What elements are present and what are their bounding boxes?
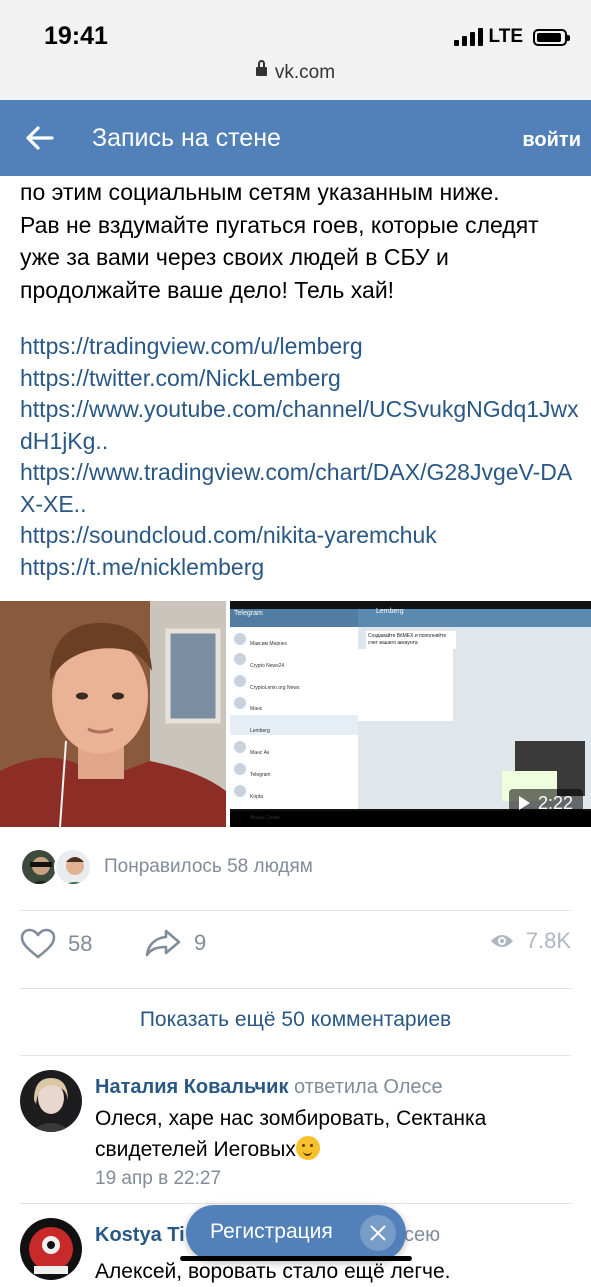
likes-summary[interactable]: Понравилось 58 людям bbox=[104, 856, 313, 878]
status-bar: 19:41 LTE vk.com bbox=[0, 0, 591, 100]
share-count: 9 bbox=[194, 930, 207, 955]
video-chat-list: Максим Мернес Crypto News24 CryptoLenin.… bbox=[250, 641, 300, 822]
likers-avatars[interactable] bbox=[20, 848, 92, 886]
address-bar[interactable]: vk.com bbox=[0, 60, 591, 84]
post-text: по этим социальным сетям указанным ниже.… bbox=[20, 179, 539, 303]
battery-icon bbox=[533, 28, 570, 46]
link-telegram[interactable]: https://t.me/nicklemberg bbox=[20, 552, 580, 584]
registration-banner[interactable]: Регистрация bbox=[186, 1205, 406, 1261]
link-twitter[interactable]: https://twitter.com/NickLemberg bbox=[20, 363, 580, 395]
link-youtube[interactable]: https://www.youtube.com/channel/UCSvukgN… bbox=[20, 394, 580, 457]
video-attachment[interactable]: Telegram Lemberg Максим Мернес Crypto Ne… bbox=[230, 601, 591, 827]
view-count: 7.8K bbox=[525, 928, 571, 953]
video-duration: 2:22 bbox=[537, 792, 573, 813]
signal-icon bbox=[453, 28, 483, 46]
status-indicators: LTE bbox=[453, 26, 570, 48]
share-button[interactable]: 9 bbox=[144, 928, 206, 958]
comment-text: Олеся, харе нас зомбировать, Сектанка св… bbox=[95, 1107, 487, 1161]
lock-icon bbox=[255, 60, 267, 77]
back-arrow-icon[interactable] bbox=[24, 122, 56, 154]
registration-label: Регистрация bbox=[210, 1220, 333, 1243]
heart-icon bbox=[20, 928, 56, 959]
share-arrow-icon bbox=[145, 929, 181, 957]
url-text: vk.com bbox=[274, 62, 336, 83]
avatar bbox=[54, 848, 92, 886]
link-tradingview-profile[interactable]: https://tradingview.com/u/lemberg bbox=[20, 331, 580, 363]
post-links: https://tradingview.com/u/lemberg https:… bbox=[20, 331, 580, 583]
comment-date[interactable]: 19 апр в 22:27 bbox=[95, 1168, 221, 1190]
wink-emoji-icon bbox=[295, 1136, 320, 1160]
video-chat-title: Lemberg bbox=[376, 608, 404, 615]
divider bbox=[20, 1203, 571, 1204]
link-soundcloud[interactable]: https://soundcloud.com/nikita-yaremchuk bbox=[20, 520, 580, 552]
photo-attachment[interactable] bbox=[0, 601, 226, 827]
avatar[interactable] bbox=[20, 1070, 82, 1132]
divider bbox=[20, 1055, 571, 1056]
eye-icon bbox=[490, 935, 513, 947]
play-icon bbox=[518, 796, 530, 810]
show-more-comments-button[interactable]: Показать ещё 50 комментариев bbox=[0, 1008, 591, 1032]
comment-author[interactable]: Kostya Ti bbox=[95, 1224, 185, 1246]
divider bbox=[20, 910, 571, 911]
link-tradingview-chart[interactable]: https://www.tradingview.com/chart/DAX/G2… bbox=[20, 457, 580, 520]
post-actions: 58 9 7.8K bbox=[20, 928, 571, 968]
home-indicator bbox=[180, 1256, 412, 1261]
page-title: Запись на стене bbox=[92, 124, 281, 152]
divider bbox=[20, 988, 571, 989]
like-count: 58 bbox=[68, 931, 93, 956]
like-button[interactable]: 58 bbox=[20, 928, 92, 960]
network-label: LTE bbox=[488, 26, 523, 47]
post-body: по этим социальным сетям указанным ниже.… bbox=[20, 176, 580, 306]
portrait-photo bbox=[0, 601, 226, 827]
comment-reply-to[interactable]: ответила Олесе bbox=[294, 1076, 443, 1098]
close-icon[interactable] bbox=[360, 1215, 396, 1251]
video-message: Создавайте BitMEX и пополняйте счет ваше… bbox=[368, 633, 447, 646]
avatar[interactable] bbox=[20, 1218, 82, 1280]
status-time: 19:41 bbox=[44, 22, 108, 50]
avatar bbox=[20, 848, 58, 886]
login-button[interactable]: войти bbox=[522, 129, 581, 152]
views-counter: 7.8K bbox=[490, 928, 571, 954]
video-duration-badge: 2:22 bbox=[508, 789, 583, 817]
vk-header: Запись на стене войти bbox=[0, 100, 591, 176]
video-app-title: Telegram bbox=[234, 610, 263, 617]
comment-author[interactable]: Наталия Ковальчик bbox=[95, 1076, 288, 1098]
